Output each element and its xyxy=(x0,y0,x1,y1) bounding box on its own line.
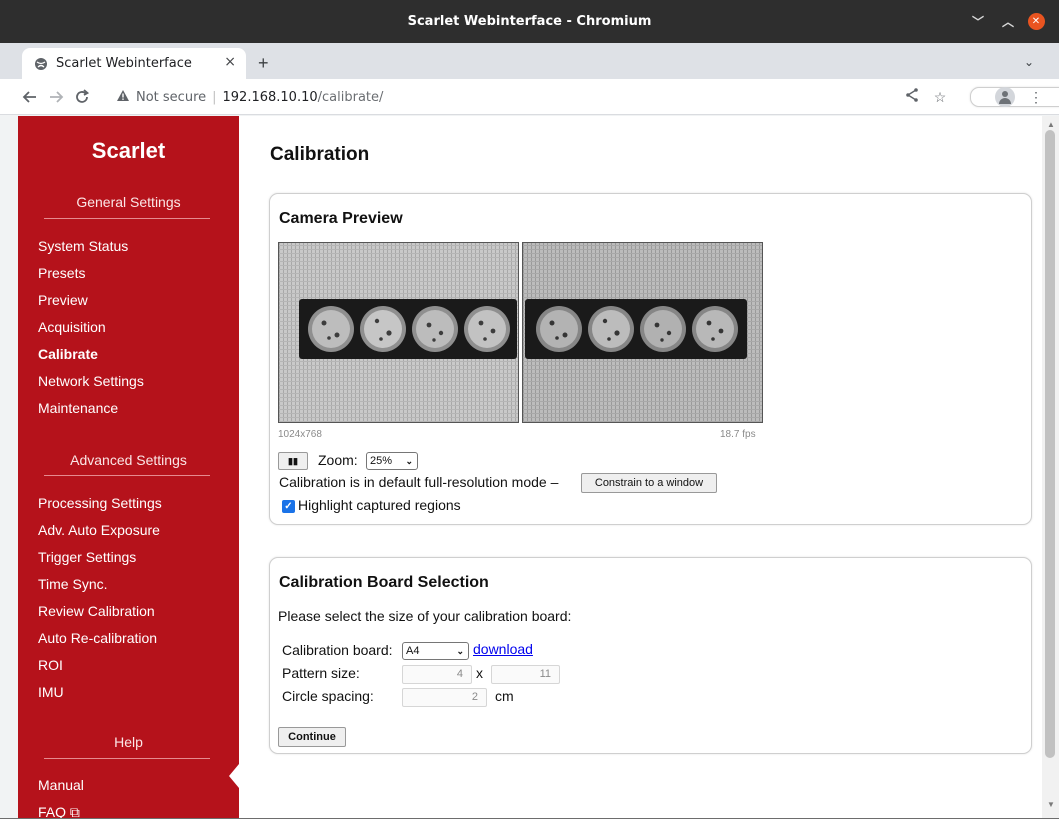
sidebar-item-preview[interactable]: Preview xyxy=(38,292,88,308)
external-link-icon: ⧉ xyxy=(69,804,80,819)
tab-search-icon[interactable]: ⌄ xyxy=(1024,55,1034,69)
share-icon[interactable] xyxy=(902,87,922,107)
board-select[interactable]: A4 ⌄ xyxy=(402,642,469,660)
board-value: A4 xyxy=(406,645,420,657)
sidebar-item-processing-settings[interactable]: Processing Settings xyxy=(38,495,162,511)
forward-arrow-icon[interactable] xyxy=(46,87,66,107)
section-divider xyxy=(44,218,210,219)
avatar-icon xyxy=(995,87,1015,107)
page-scrollbar[interactable]: ▲ ▼ xyxy=(1042,116,1059,819)
zoom-label: Zoom: xyxy=(318,452,358,468)
sidebar-item-calibrate[interactable]: Calibrate xyxy=(38,346,98,362)
minimize-icon[interactable]: ﹀ xyxy=(967,0,989,43)
circle-spacing-label: Circle spacing: xyxy=(282,688,374,704)
sidebar-item-system-status[interactable]: System Status xyxy=(38,238,128,254)
tab-strip: Scarlet Webinterface × + ⌄ xyxy=(0,43,1059,79)
globe-icon xyxy=(34,57,48,71)
tab-scarlet[interactable]: Scarlet Webinterface × xyxy=(22,48,246,79)
brand-title: Scarlet xyxy=(91,138,166,163)
section-advanced-settings: Advanced Settings xyxy=(70,452,187,468)
maximize-icon[interactable]: ︿ xyxy=(997,0,1019,43)
board-instruction: Please select the size of your calibrati… xyxy=(278,608,572,624)
browser-window: Scarlet Webinterface - Chromium ﹀ ︿ ✕ Sc… xyxy=(0,0,1059,819)
new-tab-icon[interactable]: + xyxy=(258,54,269,72)
scrollbar-thumb[interactable] xyxy=(1045,130,1055,758)
chevron-down-icon: ⌄ xyxy=(456,646,464,656)
bookmark-star-icon[interactable]: ☆ xyxy=(930,87,950,107)
sidebar-item-manual[interactable]: Manual xyxy=(38,777,84,793)
address-separator: | xyxy=(212,89,217,105)
sidebar-item-review-calibration[interactable]: Review Calibration xyxy=(38,603,155,619)
warning-icon[interactable] xyxy=(116,89,130,106)
board-selection-heading: Calibration Board Selection xyxy=(279,574,489,591)
download-link[interactable]: download xyxy=(473,641,533,657)
continue-button[interactable]: Continue xyxy=(278,727,346,747)
zoom-value: 25% xyxy=(370,455,393,467)
page-viewport: Scarlet General Settings System Status P… xyxy=(18,116,1042,819)
faq-label: FAQ xyxy=(38,804,67,819)
close-icon: ✕ xyxy=(1027,13,1045,30)
sidebar-item-roi[interactable]: ROI xyxy=(38,657,63,673)
back-arrow-icon[interactable] xyxy=(20,87,40,107)
pattern-size-label: Pattern size: xyxy=(282,665,360,681)
sidebar: Scarlet General Settings System Status P… xyxy=(18,116,239,819)
page-title: Calibration xyxy=(270,144,370,165)
sidebar-item-acquisition[interactable]: Acquisition xyxy=(38,319,106,335)
circle-spacing-field[interactable]: 2 xyxy=(402,688,487,707)
spacing-unit: cm xyxy=(495,688,514,704)
scroll-down-icon[interactable]: ▼ xyxy=(1047,800,1055,809)
sidebar-item-auto-recalibration[interactable]: Auto Re-calibration xyxy=(38,630,157,646)
camera-image-right xyxy=(522,242,763,423)
active-section-pointer xyxy=(229,764,239,788)
calibration-mode-text: Calibration is in default full-resolutio… xyxy=(279,474,559,490)
sidebar-item-maintenance[interactable]: Maintenance xyxy=(38,400,118,416)
zoom-select[interactable]: 25% ⌄ xyxy=(366,452,418,470)
camera-preview-heading: Camera Preview xyxy=(279,210,403,227)
window-close-button[interactable]: ✕ xyxy=(1025,0,1047,43)
section-divider xyxy=(44,758,210,759)
profile-avatar[interactable] xyxy=(995,87,1015,107)
section-general-settings: General Settings xyxy=(76,194,181,210)
sidebar-item-faq[interactable]: FAQ ⧉ xyxy=(38,804,80,819)
tab-close-icon[interactable]: × xyxy=(224,54,236,70)
security-label: Not secure xyxy=(136,89,207,105)
pattern-x-separator: x xyxy=(476,665,483,681)
highlight-label: Highlight captured regions xyxy=(298,497,461,513)
sidebar-item-adv-auto-exposure[interactable]: Adv. Auto Exposure xyxy=(38,522,160,538)
resolution-readout: 1024x768 xyxy=(278,429,322,440)
sidebar-item-imu[interactable]: IMU xyxy=(38,684,64,700)
url-path: /calibrate/ xyxy=(317,89,384,105)
tab-title: Scarlet Webinterface xyxy=(56,56,192,71)
pattern-cols-field[interactable]: 4 xyxy=(402,665,472,684)
scroll-up-icon[interactable]: ▲ xyxy=(1047,120,1055,129)
reload-icon[interactable] xyxy=(72,87,92,107)
sidebar-item-trigger-settings[interactable]: Trigger Settings xyxy=(38,549,136,565)
window-titlebar: Scarlet Webinterface - Chromium ﹀ ︿ ✕ xyxy=(0,0,1059,43)
chevron-down-icon: ⌄ xyxy=(405,456,413,466)
url-host: 192.168.10.10 xyxy=(222,89,318,105)
address-bar[interactable]: Not secure | 192.168.10.10 /calibrate/ xyxy=(116,85,876,109)
highlight-checkbox[interactable]: ✓ xyxy=(282,500,295,513)
sidebar-item-presets[interactable]: Presets xyxy=(38,265,85,281)
constrain-window-button[interactable]: Constrain to a window xyxy=(581,473,717,493)
browser-toolbar: Not secure | 192.168.10.10 /calibrate/ ☆… xyxy=(0,79,1059,115)
camera-image-left xyxy=(278,242,519,423)
section-help: Help xyxy=(114,734,143,750)
more-menu-icon[interactable]: ⋮ xyxy=(1026,87,1046,107)
board-label: Calibration board: xyxy=(282,642,393,658)
pattern-rows-field[interactable]: 11 xyxy=(491,665,560,684)
pause-button[interactable]: ▮▮ xyxy=(278,452,308,470)
sidebar-item-time-sync[interactable]: Time Sync. xyxy=(38,576,108,592)
section-divider xyxy=(44,475,210,476)
window-title: Scarlet Webinterface - Chromium xyxy=(407,14,652,29)
sidebar-item-network-settings[interactable]: Network Settings xyxy=(38,373,144,389)
fps-readout: 18.7 fps xyxy=(720,429,756,440)
